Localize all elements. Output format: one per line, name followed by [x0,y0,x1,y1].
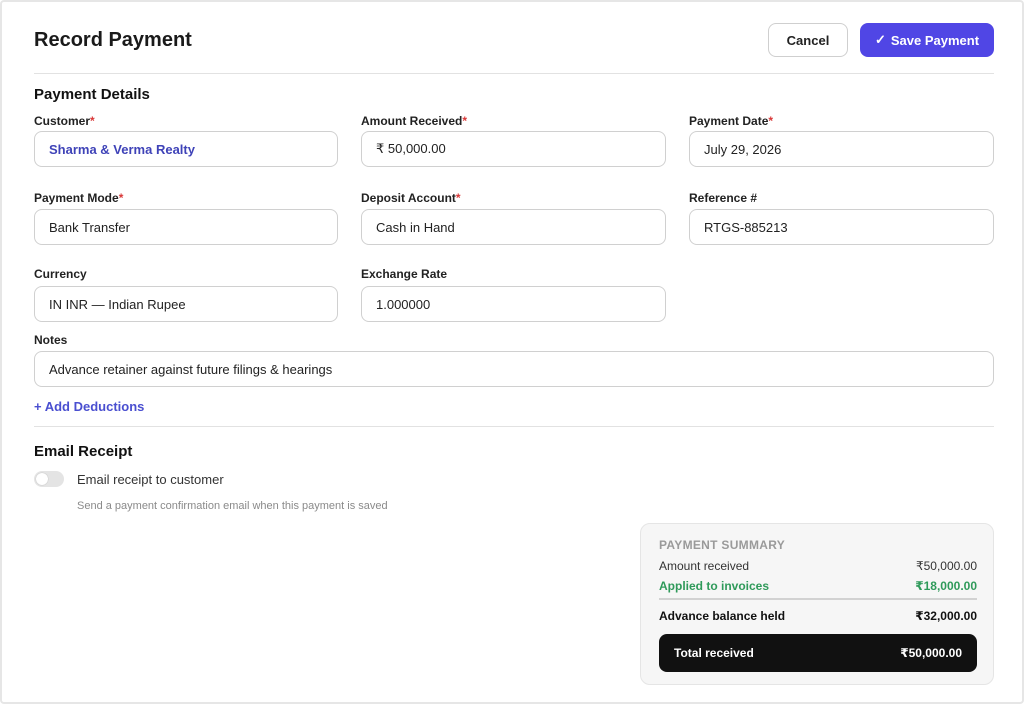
total-received-value: ₹50,000.00 [900,646,962,660]
payment-date-field[interactable]: July 29, 2026 [689,131,994,167]
required-mark: * [118,191,124,205]
customer-field[interactable]: Sharma & Verma Realty [34,131,338,167]
exchange-rate-label: Exchange Rate [361,267,448,281]
amount-received-field[interactable]: ₹ 50,000.00 [361,131,666,167]
save-payment-label: Save Payment [890,32,980,48]
summary-total-bar: Total received ₹50,000.00 [659,634,977,672]
page-title: Record Payment [34,29,192,51]
summary-row-amount-received: Amount received ₹50,000.00 [659,559,977,573]
add-deductions-link[interactable]: + Add Deductions [34,399,144,414]
notes-field[interactable]: Advance retainer against future filings … [34,351,994,387]
section-divider [34,426,994,427]
total-received-label: Total received [674,646,754,660]
summary-row-advance: Advance balance held ₹32,000.00 [659,609,977,623]
email-receipt-heading: Email Receipt [34,443,133,460]
summary-label: Amount received [659,559,750,573]
record-payment-panel: Record Payment Cancel ✓ Save Payment Pay… [0,0,1024,704]
customer-label: Customer* [34,114,95,128]
deposit-account-label: Deposit Account* [361,191,461,205]
payment-mode-label: Payment Mode* [34,191,124,205]
exchange-rate-field[interactable]: 1.000000 [361,286,666,322]
payment-summary-heading: PAYMENT SUMMARY [659,538,786,552]
summary-row-applied: Applied to invoices ₹18,000.00 [659,579,977,593]
deposit-account-select[interactable]: Cash in Hand [361,209,666,245]
reference-field[interactable]: RTGS-885213 [689,209,994,245]
summary-divider [659,598,977,600]
toggle-knob [36,473,48,485]
save-payment-button[interactable]: ✓ Save Payment [860,23,994,57]
email-receipt-toggle[interactable] [34,471,64,487]
summary-value: ₹50,000.00 [915,559,977,573]
header-divider [34,73,994,74]
required-mark: * [768,114,774,128]
required-mark: * [90,114,95,128]
payment-date-label: Payment Date* [689,114,774,128]
payment-mode-select[interactable]: Bank Transfer [34,209,338,245]
email-receipt-toggle-label: Email receipt to customer [77,472,224,487]
amount-received-label: Amount Received* [361,114,468,128]
currency-select[interactable]: IN INR — Indian Rupee [34,286,338,322]
payment-summary-card: PAYMENT SUMMARY Amount received ₹50,000.… [640,523,994,685]
summary-label: Applied to invoices [659,579,770,593]
payment-details-heading: Payment Details [34,86,150,103]
currency-label: Currency [34,267,87,281]
check-icon: ✓ [874,32,886,47]
required-mark: * [455,191,461,205]
required-mark: * [462,114,468,128]
cancel-button[interactable]: Cancel [768,23,848,57]
summary-value: ₹32,000.00 [915,609,977,623]
email-receipt-help-text: Send a payment confirmation email when t… [77,500,388,512]
reference-label: Reference # [689,191,758,205]
summary-value: ₹18,000.00 [915,579,977,593]
summary-label: Advance balance held [659,609,786,623]
notes-label: Notes [34,333,68,347]
